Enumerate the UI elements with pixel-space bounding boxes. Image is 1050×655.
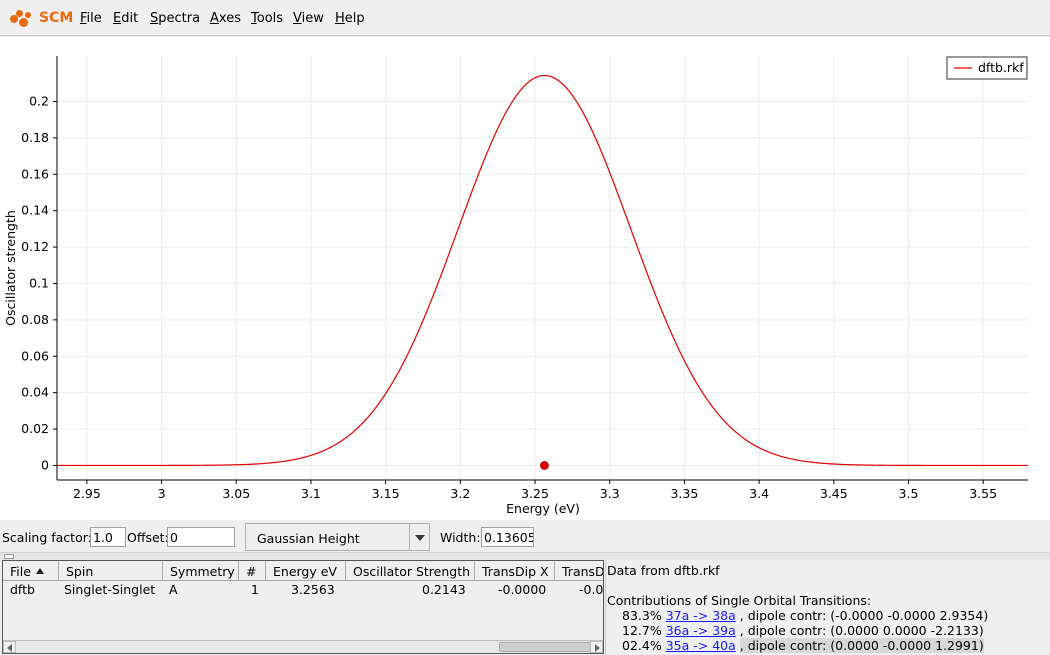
cell-transdip-x: -0.0000	[498, 582, 547, 597]
column-header-index[interactable]: #	[239, 561, 266, 581]
spectrum-plot[interactable]: 2.95 3 3.05 3.1 3.15 3.2 3.25 3.3 3.35 3.4 3.45 3.5…	[0, 37, 1050, 520]
y-tick-label: 0.16	[21, 166, 49, 181]
y-tick-label: 0.04	[21, 385, 49, 400]
broadening-type-value: Gaussian Height	[257, 531, 360, 546]
menu-help[interactable]: Help	[335, 11, 365, 26]
x-tick-label: 3.15	[372, 486, 400, 501]
scroll-right-icon[interactable]	[590, 641, 603, 653]
x-tick-label: 3.4	[749, 486, 769, 501]
menu-view[interactable]: View	[293, 11, 324, 26]
y-tick-label: 0.2	[29, 93, 49, 108]
broadening-type-select[interactable]: Gaussian Height	[245, 523, 430, 551]
series-line	[57, 74, 1028, 467]
cell-oscillator-strength: 0.2143	[422, 582, 466, 597]
chart-grid	[57, 56, 1028, 480]
y-tick-label: 0	[41, 457, 49, 472]
column-header-energy[interactable]: Energy eV	[266, 561, 346, 581]
menu-edit[interactable]: Edit	[113, 11, 138, 26]
sort-ascending-icon	[35, 568, 44, 574]
chart-series	[57, 74, 1028, 470]
legend-label: dftb.rkf	[978, 60, 1024, 75]
cell-spin: Singlet-Singlet	[64, 582, 156, 597]
excitations-table[interactable]: File Spin Symmetry # Energy eV Oscillato…	[2, 560, 604, 654]
panel-splitter[interactable]	[0, 552, 1050, 560]
column-header-symmetry[interactable]: Symmetry	[163, 561, 239, 581]
width-input[interactable]: 0.13605	[481, 527, 534, 547]
transition-link[interactable]: 35a -> 40a	[666, 638, 736, 653]
offset-label: Offset:	[127, 530, 169, 545]
scm-logo: SCM	[10, 9, 74, 29]
cell-transdip-y: -0.0	[579, 582, 604, 597]
cell-symmetry: A	[169, 582, 178, 597]
menu-file[interactable]: File	[80, 11, 102, 26]
cell-energy: 3.2563	[291, 582, 335, 597]
x-tick-label: 3.2	[450, 486, 470, 501]
y-tick-label: 0.1	[29, 275, 49, 290]
chart-axes: 2.95 3 3.05 3.1 3.15 3.2 3.25 3.3 3.35 3.4 3.45 3.5…	[21, 56, 1028, 501]
column-header-transdip-y[interactable]: TransD	[555, 561, 603, 581]
transition-row: 12.7% 36a -> 39a , dipole contr: (0.0000…	[622, 623, 984, 638]
x-tick-label: 3	[158, 486, 166, 501]
y-tick-label: 0.14	[21, 203, 49, 218]
scaling-factor-label: Scaling factor:	[2, 530, 92, 545]
column-header-spin[interactable]: Spin	[59, 561, 163, 581]
spectrum-controls: Scaling factor: 1.0 Offset: 0 Gaussian H…	[0, 522, 1050, 552]
menu-axes[interactable]: Axes	[210, 11, 241, 26]
y-tick-label: 0.08	[21, 312, 49, 327]
chevron-down-icon[interactable]	[409, 524, 429, 550]
menu-bar: SCM File Edit Spectra Axes Tools View He…	[0, 0, 1050, 36]
excitation-marker	[540, 461, 549, 470]
table-body: dftb Singlet-Singlet A 1 3.2563 0.2143 -…	[3, 581, 603, 639]
spectrum-chart[interactable]: 2.95 3 3.05 3.1 3.15 3.2 3.25 3.3 3.35 3.4 3.45 3.5…	[0, 37, 1050, 520]
column-header-oscillator-strength[interactable]: Oscillator Strength	[346, 561, 475, 581]
x-tick-label: 2.95	[73, 486, 101, 501]
table-header: File Spin Symmetry # Energy eV Oscillato…	[3, 561, 603, 581]
y-axis-label: Oscillator strength	[3, 210, 18, 326]
x-tick-label: 3.55	[969, 486, 997, 501]
transition-row: 83.3% 37a -> 38a , dipole contr: (-0.000…	[622, 608, 989, 623]
menu-tools[interactable]: Tools	[251, 11, 283, 26]
transition-row: 02.4% 35a -> 40a , dipole contr: (0.0000…	[622, 638, 984, 653]
x-tick-label: 3.3	[600, 486, 620, 501]
width-label: Width:	[440, 530, 481, 545]
menu-spectra[interactable]: Spectra	[150, 11, 200, 26]
y-tick-label: 0.18	[21, 130, 49, 145]
x-tick-label: 3.45	[820, 486, 848, 501]
y-tick-label: 0.06	[21, 348, 49, 363]
logo-text: SCM	[39, 10, 74, 26]
scaling-factor-input[interactable]: 1.0	[90, 527, 126, 547]
x-axis-label: Energy (eV)	[506, 501, 580, 516]
table-horizontal-scrollbar[interactable]	[3, 640, 603, 653]
column-header-transdip-x[interactable]: TransDip X	[475, 561, 555, 581]
x-tick-label: 3.1	[301, 486, 321, 501]
info-heading: Contributions of Single Orbital Transiti…	[607, 593, 872, 608]
x-tick-label: 3.05	[222, 486, 250, 501]
cell-file: dftb	[10, 582, 35, 597]
chart-legend[interactable]: dftb.rkf	[946, 56, 1028, 80]
column-header-file[interactable]: File	[3, 561, 59, 581]
offset-input[interactable]: 0	[167, 527, 235, 547]
transition-link[interactable]: 36a -> 39a	[666, 623, 736, 638]
splitter-handle[interactable]	[4, 554, 14, 559]
x-tick-label: 3.35	[670, 486, 698, 501]
table-row[interactable]: dftb Singlet-Singlet A 1 3.2563 0.2143 -…	[3, 581, 603, 599]
y-tick-label: 0.02	[21, 421, 49, 436]
transition-link[interactable]: 37a -> 38a	[666, 608, 736, 623]
cell-index: 1	[251, 582, 259, 597]
y-tick-label: 0.12	[21, 239, 49, 254]
x-tick-label: 3.5	[899, 486, 919, 501]
scroll-left-icon[interactable]	[3, 641, 16, 653]
info-source: Data from dftb.rkf	[607, 563, 720, 578]
x-tick-label: 3.25	[521, 486, 549, 501]
transition-info-panel: Data from dftb.rkf Contributions of Sing…	[605, 560, 1050, 655]
scrollbar-thumb[interactable]	[499, 642, 591, 652]
